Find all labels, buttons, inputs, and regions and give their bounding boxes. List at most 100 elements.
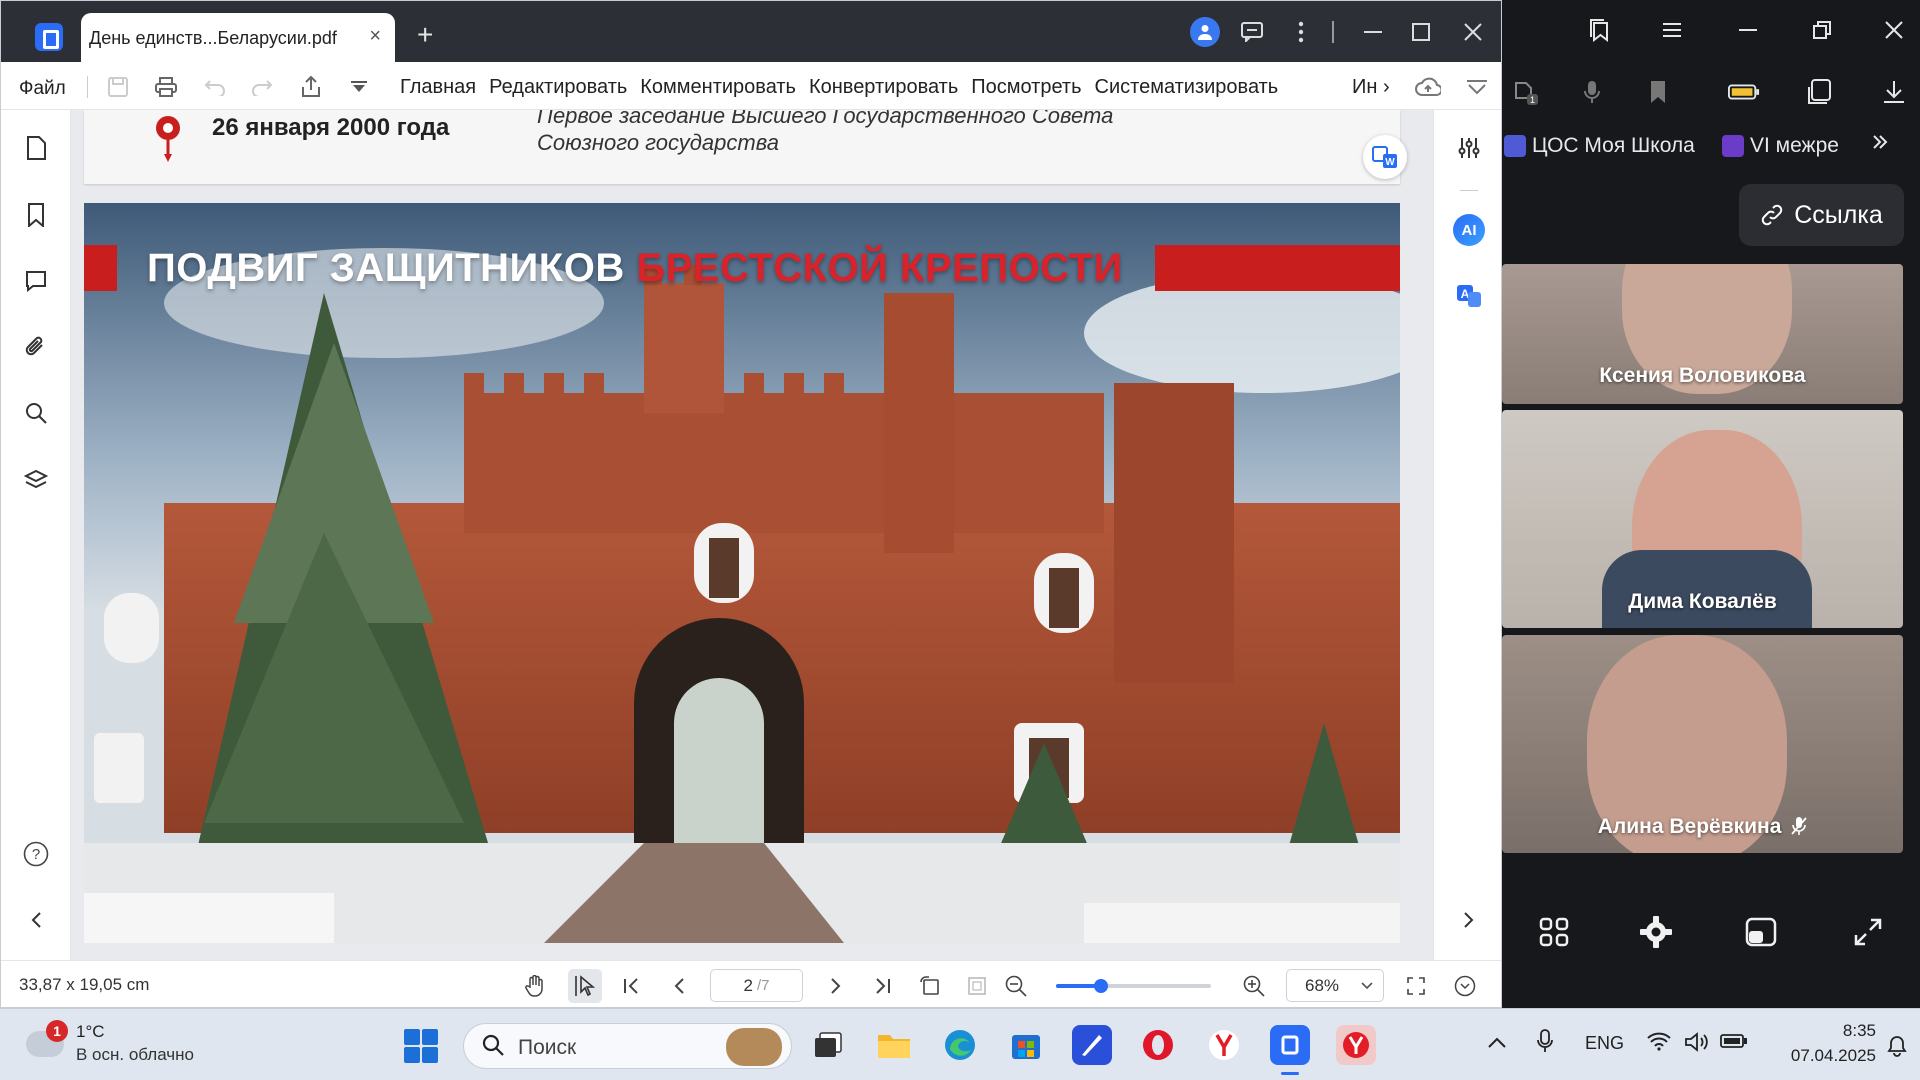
document-area[interactable]: 26 января 2000 года Первое заседание Выс…	[71, 110, 1433, 960]
fit-page-icon[interactable]	[964, 973, 990, 999]
menu-tab-edit[interactable]: Редактировать	[489, 76, 627, 99]
microsoft-store-icon[interactable]	[1006, 1025, 1046, 1065]
undo-icon[interactable]	[202, 74, 228, 100]
bookmark-cos-my-school[interactable]: ЦОС Моя Школа	[1504, 134, 1695, 158]
participant-video-2[interactable]: Дима Ковалёв	[1502, 410, 1903, 628]
menu-tab-organize[interactable]: Систематизировать	[1095, 76, 1279, 99]
ai-assistant-icon[interactable]: AI	[1453, 214, 1485, 246]
weather-temperature[interactable]: 1°C	[76, 1022, 105, 1042]
account-icon[interactable]	[1190, 17, 1220, 47]
app-logo-icon[interactable]	[35, 23, 63, 51]
more-vertical-icon[interactable]	[1286, 17, 1316, 47]
select-tool-icon[interactable]	[568, 969, 602, 1003]
reader-mode-icon[interactable]	[1806, 76, 1838, 108]
settings-gear-icon[interactable]	[1636, 912, 1676, 952]
menu-tab-convert[interactable]: Конвертировать	[809, 76, 958, 99]
translate-to-word-icon[interactable]: W	[1363, 135, 1407, 179]
menu-tab-view[interactable]: Посмотреть	[971, 76, 1081, 99]
next-page-icon[interactable]	[823, 973, 849, 999]
participant-video-1[interactable]: Ксения Воловикова	[1502, 264, 1903, 404]
more-options-icon[interactable]	[1452, 973, 1478, 999]
zoom-in-icon[interactable]	[1241, 973, 1267, 999]
zoom-slider-thumb[interactable]	[1093, 979, 1108, 993]
language-indicator[interactable]: ENG	[1585, 1033, 1624, 1054]
clock-time[interactable]: 8:35	[1796, 1021, 1876, 1041]
wifi-icon[interactable]	[1647, 1031, 1671, 1056]
zoom-level-select[interactable]: 68%	[1286, 969, 1384, 1002]
expand-icon[interactable]	[1848, 912, 1888, 952]
menu-icon[interactable]	[1656, 14, 1688, 46]
maximize-icon[interactable]	[1406, 17, 1436, 47]
save-icon[interactable]	[105, 74, 131, 100]
bookmark-vi-interregional[interactable]: VI межре	[1722, 134, 1839, 158]
browser-close-icon[interactable]	[1878, 14, 1910, 46]
fullscreen-icon[interactable]	[1403, 973, 1429, 999]
volume-icon[interactable]	[1684, 1031, 1710, 1058]
browser-restore-icon[interactable]	[1806, 14, 1838, 46]
clock-date[interactable]: 07.04.2025	[1770, 1046, 1876, 1066]
last-page-icon[interactable]	[869, 973, 895, 999]
participant-video-3[interactable]: Алина Верёвкина	[1502, 635, 1903, 853]
dropdown-arrow-icon[interactable]	[346, 74, 372, 100]
translate-icon[interactable]: A	[1454, 281, 1484, 311]
battery-saver-icon[interactable]	[1728, 76, 1760, 108]
edge-browser-icon[interactable]	[940, 1025, 980, 1065]
hand-tool-icon[interactable]	[522, 973, 548, 999]
weather-description[interactable]: В осн. облачно	[76, 1045, 194, 1065]
picture-in-picture-icon[interactable]	[1741, 912, 1781, 952]
download-icon[interactable]	[1878, 76, 1910, 108]
taskbar-search-box[interactable]: Поиск	[463, 1023, 792, 1069]
notifications-icon[interactable]	[1886, 1035, 1908, 1062]
zoom-out-icon[interactable]	[1003, 973, 1029, 999]
show-hidden-icons-icon[interactable]	[1488, 1033, 1506, 1054]
previous-page-icon[interactable]	[666, 973, 692, 999]
yandex-browser-icon[interactable]	[1204, 1025, 1244, 1065]
taskbar-microphone-icon[interactable]	[1537, 1029, 1553, 1058]
browser-minimize-icon[interactable]	[1732, 14, 1764, 46]
menu-tab-home[interactable]: Главная	[400, 76, 476, 99]
layers-icon[interactable]	[21, 465, 51, 495]
redo-icon[interactable]	[249, 74, 275, 100]
search-icon[interactable]	[21, 398, 51, 428]
microphone-icon[interactable]	[1576, 76, 1608, 108]
pdf-editor-taskbar-icon[interactable]	[1270, 1025, 1310, 1065]
feedback-icon[interactable]	[1237, 17, 1267, 47]
opera-browser-icon[interactable]	[1138, 1025, 1178, 1065]
attachment-icon[interactable]	[21, 332, 51, 362]
extensions-icon[interactable]: 1	[1510, 76, 1542, 108]
collapse-ribbon-icon[interactable]	[1464, 74, 1490, 100]
tab-close-icon[interactable]: ×	[369, 25, 381, 48]
yandex-taskbar-icon[interactable]	[1336, 1025, 1376, 1065]
bookmark-page-icon[interactable]	[1642, 76, 1674, 108]
menu-tab-more[interactable]: Ин ›	[1352, 76, 1390, 99]
minimize-icon[interactable]	[1358, 17, 1388, 47]
grid-view-icon[interactable]	[1534, 912, 1574, 952]
close-icon[interactable]	[1458, 17, 1488, 47]
cloud-upload-icon[interactable]	[1415, 74, 1441, 100]
comment-icon[interactable]	[21, 266, 51, 296]
windows-start-icon[interactable]	[404, 1029, 438, 1063]
more-bookmarks-icon[interactable]	[1872, 134, 1888, 150]
bookmark-icon[interactable]	[21, 200, 51, 230]
document-tab[interactable]: День единств...Беларусии.pdf ×	[81, 13, 395, 62]
collapse-left-icon[interactable]	[21, 905, 51, 935]
new-tab-button[interactable]: +	[417, 19, 433, 51]
share-icon[interactable]	[298, 74, 324, 100]
collections-icon[interactable]	[1584, 14, 1616, 46]
pages-icon[interactable]	[21, 133, 51, 163]
menu-tab-comment[interactable]: Комментировать	[640, 76, 796, 99]
page-number-input[interactable]: 2 /7	[710, 969, 803, 1002]
pen-app-icon[interactable]	[1072, 1025, 1112, 1065]
print-icon[interactable]	[153, 74, 179, 100]
rotate-page-icon[interactable]	[917, 973, 943, 999]
task-view-icon[interactable]	[808, 1025, 848, 1065]
battery-icon[interactable]	[1720, 1033, 1748, 1054]
expand-right-icon[interactable]	[1454, 905, 1484, 935]
zoom-slider[interactable]	[1056, 979, 1211, 993]
menu-file[interactable]: Файл	[19, 78, 66, 100]
file-explorer-icon[interactable]	[874, 1025, 914, 1065]
first-page-icon[interactable]	[619, 973, 645, 999]
properties-sliders-icon[interactable]	[1454, 133, 1484, 163]
help-icon[interactable]: ?	[21, 839, 51, 869]
copy-link-button[interactable]: Ссылка	[1739, 184, 1904, 246]
